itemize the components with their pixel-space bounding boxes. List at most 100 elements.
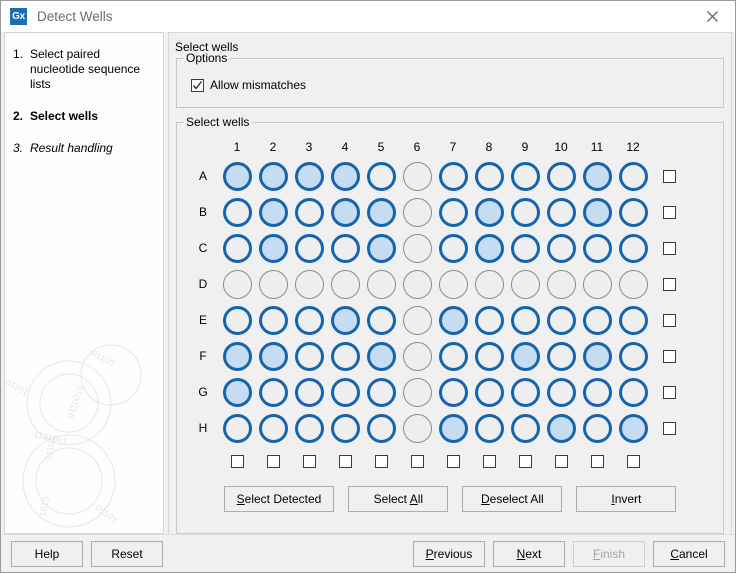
well-C7[interactable] — [439, 234, 468, 263]
well-B8[interactable] — [475, 198, 504, 227]
well-F10[interactable] — [547, 342, 576, 371]
well-F1[interactable] — [223, 342, 252, 371]
well-E3[interactable] — [295, 306, 324, 335]
plate-cell[interactable] — [435, 414, 471, 443]
plate-cell[interactable] — [507, 306, 543, 335]
well-C10[interactable] — [547, 234, 576, 263]
plate-cell[interactable] — [219, 342, 255, 371]
plate-column-label-8[interactable]: 8 — [471, 140, 507, 154]
well-H8[interactable] — [475, 414, 504, 443]
well-B4[interactable] — [331, 198, 360, 227]
plate-cell[interactable] — [507, 198, 543, 227]
well-G12[interactable] — [619, 378, 648, 407]
column-checkbox-6[interactable] — [411, 455, 424, 468]
plate-cell[interactable] — [543, 414, 579, 443]
plate-cell[interactable] — [615, 414, 651, 443]
plate-cell[interactable] — [471, 378, 507, 407]
plate-cell[interactable] — [327, 342, 363, 371]
plate-cell[interactable] — [363, 342, 399, 371]
plate-cell[interactable] — [471, 342, 507, 371]
well-F8[interactable] — [475, 342, 504, 371]
well-C2[interactable] — [259, 234, 288, 263]
plate-column-label-9[interactable]: 9 — [507, 140, 543, 154]
well-A9[interactable] — [511, 162, 540, 191]
plate-cell[interactable] — [435, 198, 471, 227]
well-E9[interactable] — [511, 306, 540, 335]
well-F11[interactable] — [583, 342, 612, 371]
well-G1[interactable] — [223, 378, 252, 407]
well-E2[interactable] — [259, 306, 288, 335]
plate-column-label-6[interactable]: 6 — [399, 140, 435, 154]
plate-row-label-D[interactable]: D — [187, 277, 219, 291]
wizard-step-2[interactable]: 2.Select wells — [13, 109, 155, 124]
wizard-step-3[interactable]: 3.Result handling — [13, 141, 155, 156]
well-G11[interactable] — [583, 378, 612, 407]
plate-cell[interactable] — [327, 234, 363, 263]
plate-cell[interactable] — [327, 162, 363, 191]
deselect-all-button[interactable]: Deselect All — [462, 486, 562, 512]
allow-mismatches-checkbox[interactable] — [191, 79, 204, 92]
plate-cell[interactable] — [543, 378, 579, 407]
well-B1[interactable] — [223, 198, 252, 227]
plate-column-label-7[interactable]: 7 — [435, 140, 471, 154]
plate-cell[interactable] — [615, 198, 651, 227]
well-A2[interactable] — [259, 162, 288, 191]
well-E12[interactable] — [619, 306, 648, 335]
well-G10[interactable] — [547, 378, 576, 407]
well-E7[interactable] — [439, 306, 468, 335]
well-A7[interactable] — [439, 162, 468, 191]
well-A1[interactable] — [223, 162, 252, 191]
well-C4[interactable] — [331, 234, 360, 263]
plate-cell[interactable] — [435, 162, 471, 191]
column-checkbox-7[interactable] — [447, 455, 460, 468]
cancel-button[interactable]: Cancel — [653, 541, 725, 567]
plate-cell[interactable] — [507, 342, 543, 371]
well-G3[interactable] — [295, 378, 324, 407]
plate-column-label-10[interactable]: 10 — [543, 140, 579, 154]
plate-cell[interactable] — [219, 198, 255, 227]
plate-cell[interactable] — [507, 378, 543, 407]
plate-cell[interactable] — [543, 234, 579, 263]
well-C1[interactable] — [223, 234, 252, 263]
plate-column-label-12[interactable]: 12 — [615, 140, 651, 154]
invert-button[interactable]: Invert — [576, 486, 676, 512]
well-C3[interactable] — [295, 234, 324, 263]
plate-cell[interactable] — [255, 162, 291, 191]
well-B9[interactable] — [511, 198, 540, 227]
well-F2[interactable] — [259, 342, 288, 371]
previous-button[interactable]: Previous — [413, 541, 485, 567]
well-E4[interactable] — [331, 306, 360, 335]
row-checkbox-A[interactable] — [663, 170, 676, 183]
plate-row-label-B[interactable]: B — [187, 205, 219, 219]
well-G2[interactable] — [259, 378, 288, 407]
plate-cell[interactable] — [471, 162, 507, 191]
well-H2[interactable] — [259, 414, 288, 443]
plate-cell[interactable] — [615, 234, 651, 263]
row-checkbox-D[interactable] — [663, 278, 676, 291]
plate-cell[interactable] — [363, 378, 399, 407]
well-C9[interactable] — [511, 234, 540, 263]
plate-cell[interactable] — [291, 414, 327, 443]
plate-cell[interactable] — [255, 414, 291, 443]
row-checkbox-E[interactable] — [663, 314, 676, 327]
well-F5[interactable] — [367, 342, 396, 371]
plate-cell[interactable] — [327, 306, 363, 335]
column-checkbox-1[interactable] — [231, 455, 244, 468]
well-F12[interactable] — [619, 342, 648, 371]
plate-cell[interactable] — [255, 198, 291, 227]
well-H1[interactable] — [223, 414, 252, 443]
well-E11[interactable] — [583, 306, 612, 335]
plate-row-label-A[interactable]: A — [187, 169, 219, 183]
plate-cell[interactable] — [471, 234, 507, 263]
well-G9[interactable] — [511, 378, 540, 407]
plate-column-label-5[interactable]: 5 — [363, 140, 399, 154]
well-H5[interactable] — [367, 414, 396, 443]
plate-cell[interactable] — [435, 378, 471, 407]
plate-cell[interactable] — [579, 342, 615, 371]
well-E5[interactable] — [367, 306, 396, 335]
column-checkbox-8[interactable] — [483, 455, 496, 468]
plate-row-label-E[interactable]: E — [187, 313, 219, 327]
plate-cell[interactable] — [579, 414, 615, 443]
wizard-step-1[interactable]: 1.Select paired nucleotide sequence list… — [13, 47, 155, 92]
well-H9[interactable] — [511, 414, 540, 443]
